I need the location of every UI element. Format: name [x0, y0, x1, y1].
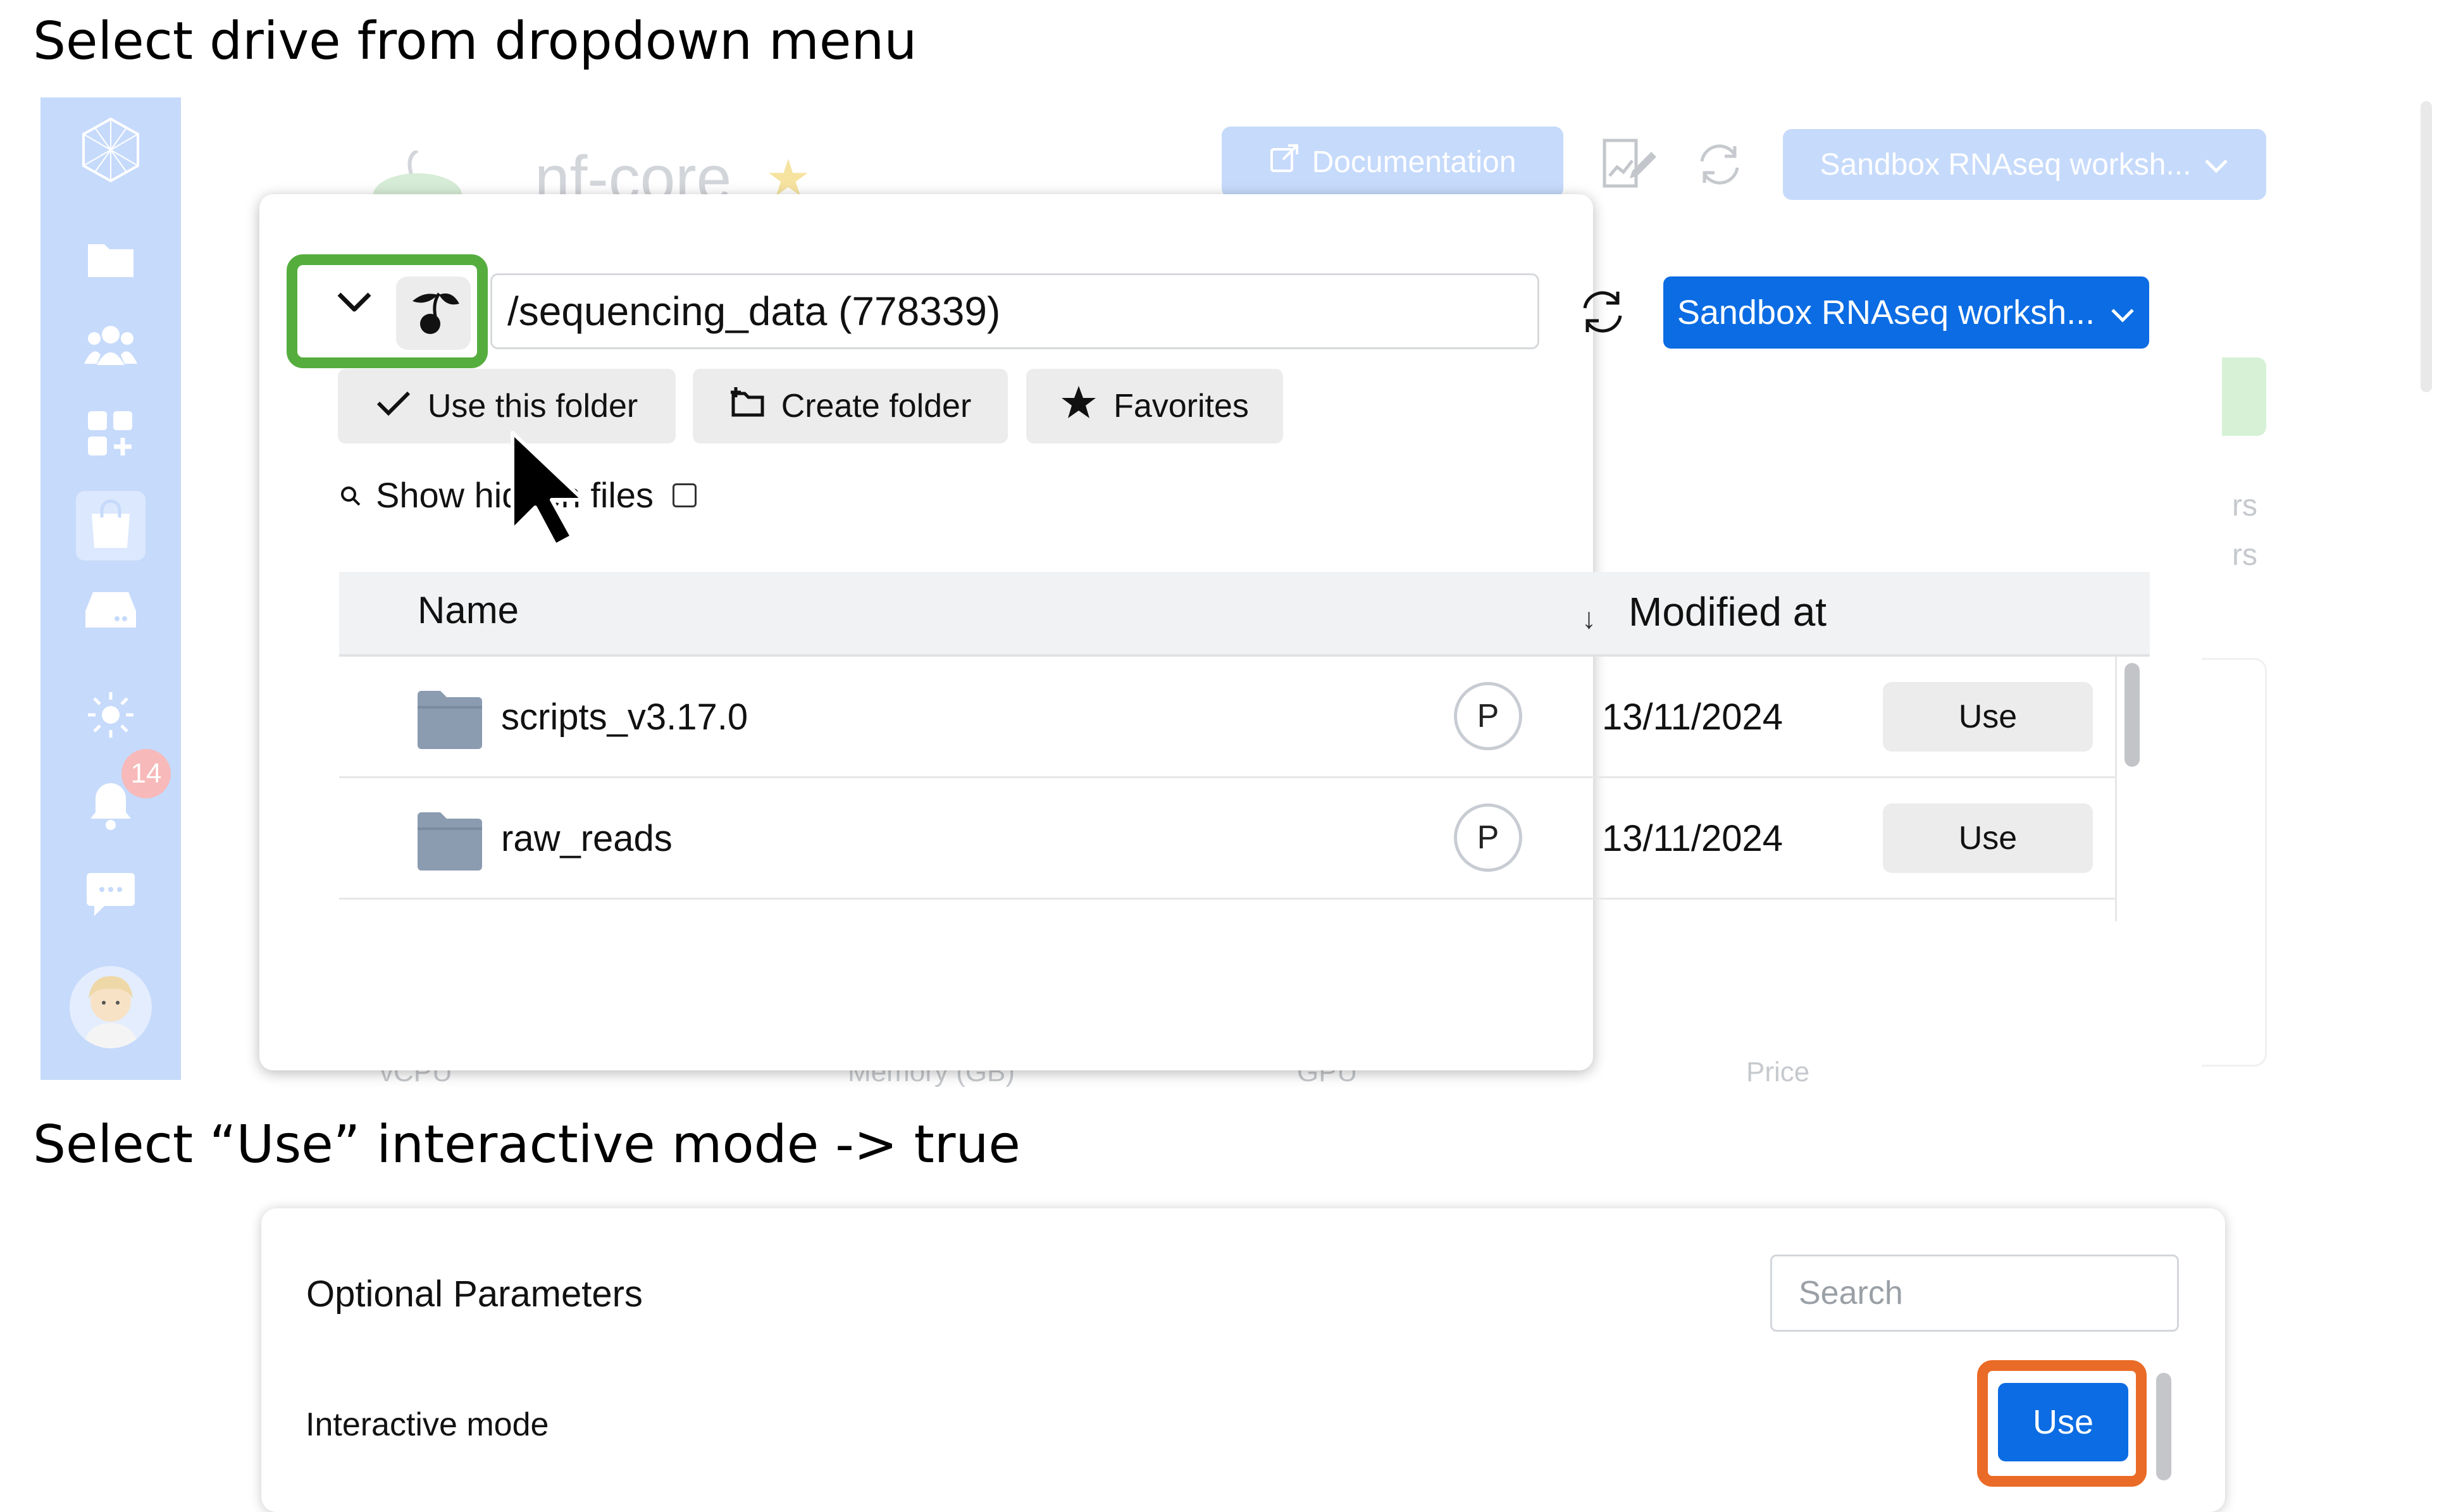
create-folder-icon [729, 387, 765, 426]
favorites-button[interactable]: Favorites [1026, 369, 1283, 443]
chevron-down-icon [2110, 293, 2135, 332]
use-button-highlight [1977, 1360, 2147, 1487]
panel-scrollbar[interactable] [2156, 1373, 2171, 1480]
file-name: raw_reads [501, 818, 673, 859]
file-name: scripts_v3.17.0 [501, 697, 748, 738]
external-link-icon [1269, 143, 1300, 181]
caption-top: Select drive from dropdown menu [33, 11, 917, 71]
show-hidden-files-checkbox[interactable] [672, 483, 697, 507]
use-button[interactable]: Use [1883, 682, 2093, 752]
refresh-icon[interactable] [1696, 142, 1744, 190]
documentation-button[interactable]: Documentation [1222, 127, 1563, 197]
chat-icon[interactable] [40, 871, 181, 919]
edit-chart-icon[interactable] [1601, 138, 1658, 192]
create-folder-button[interactable]: Create folder [693, 369, 1008, 443]
avatar[interactable] [70, 966, 152, 1048]
workspace-dropdown-background[interactable]: Sandbox RNAseq worksh... [1783, 129, 2266, 200]
section-title: Optional Parameters [306, 1273, 643, 1315]
file-table-header [339, 572, 2150, 657]
use-this-folder-label: Use this folder [427, 388, 638, 424]
modified-date: 13/11/2024 [1602, 697, 1783, 738]
background-card [2202, 658, 2267, 1067]
shopping-bag-icon[interactable] [40, 499, 181, 549]
star-icon [1060, 385, 1097, 428]
create-folder-label: Create folder [781, 388, 972, 424]
mouse-pointer-icon [493, 429, 588, 552]
sun-icon[interactable] [40, 691, 181, 739]
search-icon [339, 474, 362, 516]
folder-icon[interactable] [40, 237, 181, 280]
folder-icon [416, 690, 483, 752]
table-scrollbar-thumb[interactable] [2125, 663, 2140, 767]
table-row[interactable]: raw_reads P 13/11/2024 Use [339, 778, 2116, 900]
column-header-name[interactable]: Name [418, 588, 519, 632]
owner-avatar: P [1454, 682, 1522, 750]
chevron-down-icon [2204, 147, 2229, 182]
search-input[interactable]: Search [1770, 1255, 2179, 1332]
text-fragment: rs [2232, 538, 2257, 572]
workspace-label: Sandbox RNAseq worksh... [1677, 294, 2095, 332]
interactive-mode-label: Interactive mode [306, 1406, 549, 1443]
caption-bottom: Select “Use” interactive mode -> true [33, 1115, 1020, 1175]
refresh-icon[interactable] [1579, 288, 1627, 339]
logo-icon [40, 115, 181, 185]
apps-add-icon[interactable] [40, 410, 181, 458]
optional-parameters-panel [261, 1208, 2225, 1512]
column-header-modified[interactable]: Modified at [1628, 588, 1827, 635]
favorites-label: Favorites [1113, 388, 1249, 424]
modified-date: 13/11/2024 [1602, 818, 1783, 859]
documentation-label: Documentation [1312, 145, 1517, 179]
owner-avatar: P [1454, 803, 1522, 872]
workspace-dropdown[interactable]: Sandbox RNAseq worksh... [1663, 276, 2149, 349]
page-scrollbar[interactable] [2421, 101, 2432, 392]
drive-selector-highlight [287, 254, 488, 368]
launch-button-fragment [2222, 357, 2266, 436]
workspace-label-background: Sandbox RNAseq worksh... [1820, 147, 2192, 182]
folder-icon [416, 811, 483, 874]
use-button[interactable]: Use [1883, 803, 2093, 873]
text-fragment: rs [2232, 489, 2257, 523]
users-icon[interactable] [40, 322, 181, 366]
table-row[interactable]: scripts_v3.17.0 P 13/11/2024 Use [339, 657, 2116, 778]
checkmark-icon [376, 387, 411, 425]
sidebar: 14 [40, 97, 181, 1080]
path-input[interactable]: /sequencing_data (778339) [490, 273, 1539, 349]
storage-drive-icon[interactable] [40, 590, 181, 630]
sort-arrow-down-icon[interactable]: ↓ [1582, 601, 1596, 635]
footer-column: Price [1746, 1057, 1810, 1088]
notification-badge: 14 [121, 749, 171, 798]
